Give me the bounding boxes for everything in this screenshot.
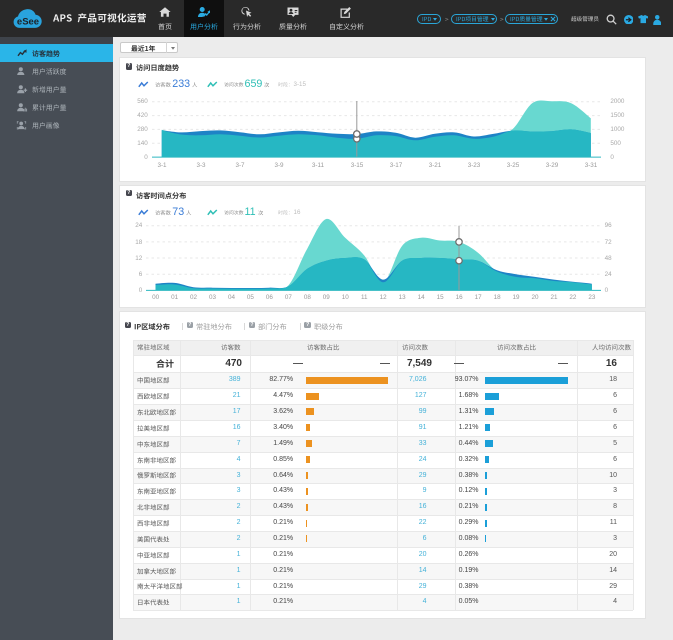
svg-text:eSee: eSee: [17, 17, 39, 28]
